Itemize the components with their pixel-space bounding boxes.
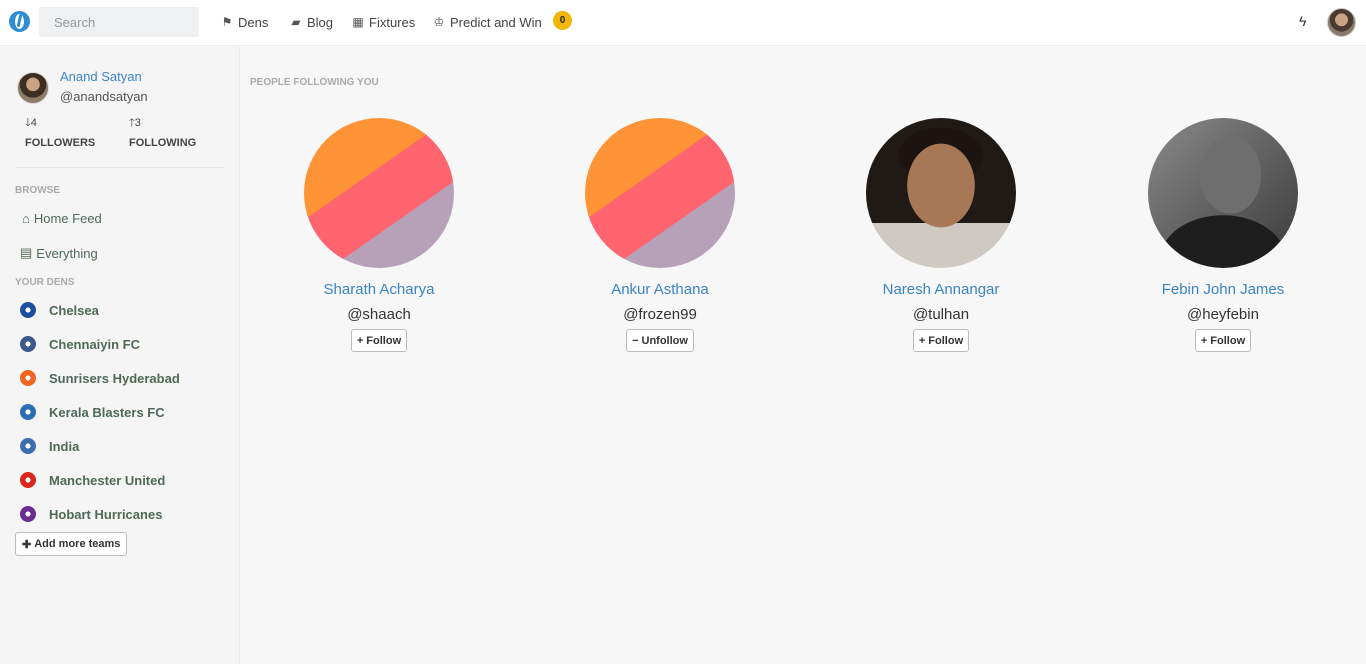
nav-dens-label: Dens <box>238 14 269 30</box>
minus-icon: − <box>632 334 639 347</box>
nav-blog-label: Blog <box>307 14 334 30</box>
team-logo-icon <box>20 336 36 352</box>
sidebar-item-everything[interactable]: ▤ Everything <box>20 245 98 261</box>
team-logo-icon <box>20 370 36 386</box>
den-name: Kerala Blasters FC <box>49 404 165 420</box>
follower-name-link[interactable]: Febin John James <box>1123 281 1323 298</box>
nav-fixtures-label: Fixtures <box>369 14 416 30</box>
team-logo-icon <box>20 472 36 488</box>
follower-handle: @frozen99 <box>623 306 697 323</box>
nav-predict-link[interactable]: ♔ Predict and Win <box>433 13 542 31</box>
following-label: FOLLOWING <box>129 137 197 149</box>
sidebar-den-item[interactable]: Chelsea <box>20 301 99 319</box>
followers-label: FOLLOWERS <box>25 137 96 149</box>
nav-predict-label: Predict and Win <box>450 14 542 30</box>
search-input[interactable] <box>39 7 199 37</box>
following-stat[interactable]: 🡑3 FOLLOWING <box>129 114 196 149</box>
lightning-icon[interactable]: ϟ <box>1299 13 1306 29</box>
followers-count: 🡓4 <box>25 117 37 129</box>
den-name: Manchester United <box>49 472 166 488</box>
team-logo-icon <box>20 404 36 420</box>
team-logo-icon <box>20 302 36 318</box>
follower-avatar[interactable] <box>304 118 454 268</box>
nav-dens-link[interactable]: ⚑ Dens <box>221 13 269 31</box>
plus-icon: + <box>356 334 364 347</box>
profile-avatar[interactable] <box>17 72 49 104</box>
den-name: Chennaiyin FC <box>49 336 141 352</box>
follower-handle: @heyfebin <box>1187 306 1259 323</box>
follower-handle: @shaach <box>347 306 411 323</box>
team-logo-icon <box>20 506 36 522</box>
profile-handle: @anandsatyan <box>60 89 148 104</box>
follower-card: Ankur Asthana @frozen99 − Unfollow <box>560 118 760 352</box>
flag-icon: ⚑ <box>221 15 233 29</box>
dens-section-label: YOUR DENS <box>15 277 75 288</box>
follow-button[interactable]: + Follow <box>1194 329 1252 352</box>
sidebar: Anand Satyan @anandsatyan 🡓4 FOLLOWERS 🡑… <box>0 47 240 664</box>
sidebar-item-label: Everything <box>36 245 98 261</box>
follow-button[interactable]: + Follow <box>350 329 408 352</box>
follower-name-link[interactable]: Ankur Asthana <box>560 281 760 298</box>
profile-name-link[interactable]: Anand Satyan <box>60 69 142 84</box>
follow-button[interactable]: + Follow <box>912 329 970 352</box>
sidebar-item-label: Home Feed <box>33 211 102 226</box>
sidebar-den-item[interactable]: Chennaiyin FC <box>20 335 140 353</box>
top-navbar: ⚑ Dens ▰ Blog ▦ Fixtures ♔ Predict and W… <box>0 0 1366 46</box>
sidebar-den-item[interactable]: Manchester United <box>20 471 165 489</box>
home-icon: ⌂ <box>22 211 30 226</box>
sidebar-item-home-feed[interactable]: ⌂ Home Feed <box>22 211 102 226</box>
den-name: Hobart Hurricanes <box>49 506 163 522</box>
sidebar-den-item[interactable]: Kerala Blasters FC <box>20 403 165 421</box>
app-logo-icon[interactable] <box>9 11 30 32</box>
follower-avatar[interactable] <box>1148 118 1298 268</box>
sidebar-den-item[interactable]: Hobart Hurricanes <box>20 505 162 523</box>
plus-icon: + <box>1200 334 1208 347</box>
follower-avatar[interactable] <box>866 118 1016 268</box>
calendar-icon: ▦ <box>352 15 364 29</box>
den-name: Sunrisers Hyderabad <box>49 370 180 386</box>
trophy-icon: ♔ <box>433 15 445 29</box>
add-teams-button[interactable]: ✚ Add more teams <box>15 532 128 556</box>
follower-name-link[interactable]: Naresh Annangar <box>841 281 1041 298</box>
plus-icon: ✚ <box>22 538 32 551</box>
follower-card: Febin John James @heyfebin + Follow <box>1123 118 1323 352</box>
follower-avatar[interactable] <box>585 118 735 268</box>
user-avatar-menu[interactable] <box>1327 8 1356 37</box>
nav-fixtures-link[interactable]: ▦ Fixtures <box>352 13 415 31</box>
unfollow-button[interactable]: − Unfollow <box>626 329 694 352</box>
follower-card: Sharath Acharya @shaach + Follow <box>279 118 479 352</box>
page-title: PEOPLE FOLLOWING YOU <box>250 77 379 88</box>
den-name: Chelsea <box>49 302 99 318</box>
sidebar-den-item[interactable]: India <box>20 437 79 455</box>
browse-section-label: BROWSE <box>15 185 60 196</box>
nav-blog-link[interactable]: ▰ Blog <box>290 13 333 31</box>
book-icon: ▰ <box>291 15 301 29</box>
team-logo-icon <box>20 438 36 454</box>
sidebar-den-item[interactable]: Sunrisers Hyderabad <box>20 369 180 387</box>
followers-stat[interactable]: 🡓4 FOLLOWERS <box>25 114 95 149</box>
follower-card: Naresh Annangar @tulhan + Follow <box>841 118 1041 352</box>
follower-handle: @tulhan <box>912 306 970 323</box>
newspaper-icon: ▤ <box>20 245 33 260</box>
den-name: India <box>49 438 80 454</box>
sidebar-divider <box>15 167 225 168</box>
points-badge[interactable]: 0 <box>553 11 572 30</box>
following-count: 🡑3 <box>129 117 141 129</box>
plus-icon: + <box>918 334 926 347</box>
follower-name-link[interactable]: Sharath Acharya <box>279 281 479 298</box>
